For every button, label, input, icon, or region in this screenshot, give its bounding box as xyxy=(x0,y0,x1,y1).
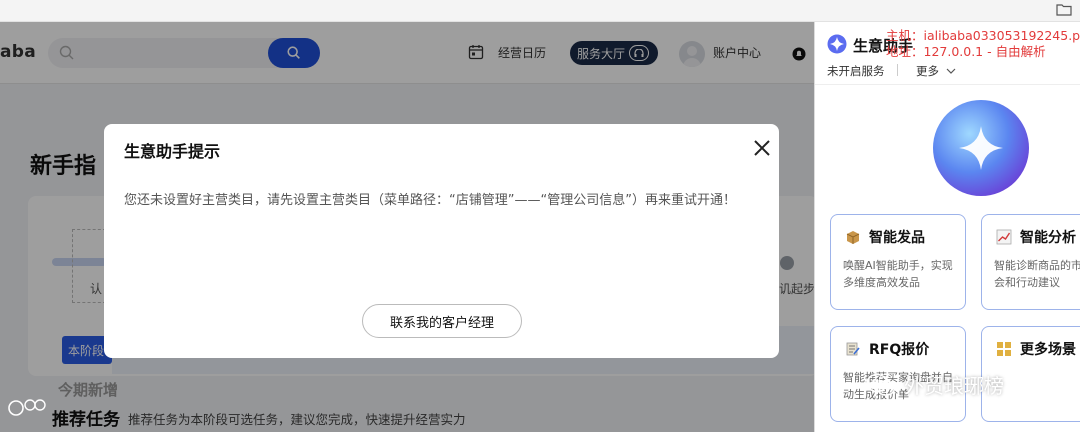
chevron-down-icon xyxy=(946,68,956,74)
grid-icon xyxy=(997,342,1011,356)
host-debug-overlay: 主机：ialibaba033053192245.p 地址：127.0.0.1 -… xyxy=(886,28,1080,60)
feature-title: RFQ报价 xyxy=(869,342,930,358)
debug-host-line: 主机：ialibaba033053192245.p xyxy=(886,28,1080,43)
folder-icon[interactable] xyxy=(1056,3,1072,16)
dialog-message: 您还未设置好主营类目，请先设置主营类目（菜单路径：“店铺管理”——“管理公司信息… xyxy=(124,193,736,208)
trend-chart-icon xyxy=(996,229,1012,245)
wechat-icon xyxy=(866,373,896,396)
watermark-text: 外贸琅琊榜 xyxy=(904,374,1004,398)
assistant-alert-dialog: 生意助手提示 您还未设置好主营类目，请先设置主营类目（菜单路径：“店铺管理”——… xyxy=(104,124,779,358)
watermark-logo-icon xyxy=(8,399,46,416)
debug-address-line: 地址：127.0.0.1 - 自由解析 xyxy=(886,44,1046,59)
window-top-strip xyxy=(0,0,1080,22)
feature-title: 智能发品 xyxy=(869,230,925,246)
box-icon xyxy=(846,231,860,244)
watermark: 外贸琅琊榜 xyxy=(866,370,1004,399)
assistant-orb[interactable] xyxy=(933,100,1029,196)
feature-card-smart-listing[interactable]: 智能发品 唤醒AI智能助手，实现多维度高效发品 xyxy=(830,214,966,310)
feature-description: 唤醒AI智能助手，实现多维度高效发品 xyxy=(843,259,953,289)
quote-doc-icon xyxy=(846,342,860,356)
close-icon[interactable] xyxy=(752,138,772,158)
feature-description: 智能诊断商品的市场机会和行动建议 xyxy=(994,259,1080,289)
feature-card-smart-analysis[interactable]: 智能分析 智能诊断商品的市场机会和行动建议 xyxy=(981,214,1080,310)
more-menu[interactable]: 更多 xyxy=(916,63,956,79)
service-status: 未开启服务 xyxy=(827,64,885,78)
sparkle-icon xyxy=(959,126,1003,170)
feature-title: 更多场景 xyxy=(1020,342,1076,358)
assistant-logo-icon xyxy=(827,34,847,54)
feature-title: 智能分析 xyxy=(1020,230,1076,246)
divider xyxy=(815,84,1080,85)
contact-manager-button[interactable]: 联系我的客户经理 xyxy=(362,304,522,338)
more-label: 更多 xyxy=(916,64,939,78)
divider xyxy=(897,64,898,76)
dialog-title: 生意助手提示 xyxy=(124,142,221,161)
